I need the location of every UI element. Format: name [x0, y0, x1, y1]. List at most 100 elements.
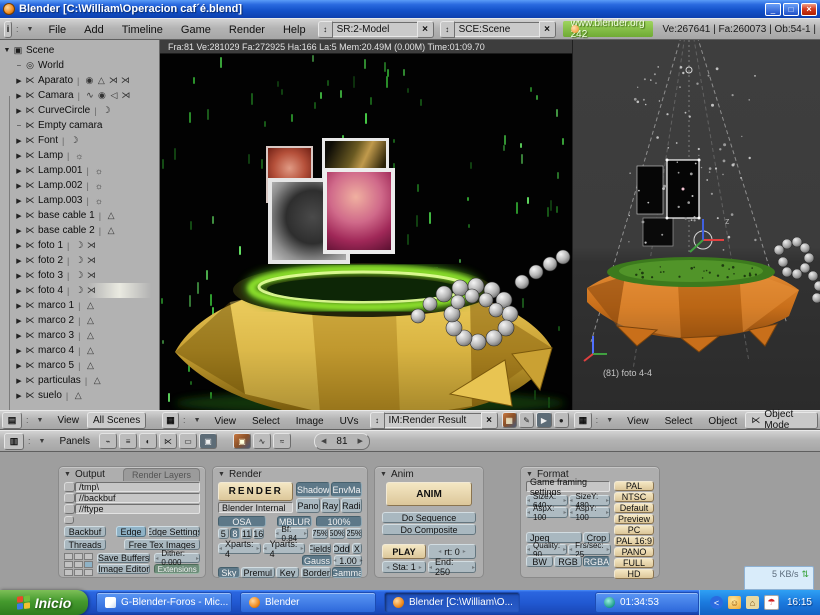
anim-button[interactable]: ANIM	[386, 482, 472, 506]
end-frame-field[interactable]: End: 250	[428, 561, 476, 573]
timer-task-button[interactable]: 01:34:53	[595, 592, 699, 613]
edge-toggle[interactable]: Edge	[116, 526, 146, 537]
game-framing-button[interactable]: Game framing settings	[526, 481, 610, 492]
osa-toggle[interactable]: OSA	[218, 516, 266, 527]
file-select-button[interactable]	[64, 493, 75, 503]
frame-prev-icon[interactable]: ◀	[321, 437, 326, 445]
taskbar-item-blender[interactable]: Blender	[240, 592, 376, 613]
header-grip-icon[interactable]: :	[183, 415, 186, 425]
expand-arrow-icon[interactable]: ▶	[14, 362, 24, 370]
fields-x-toggle[interactable]: X	[352, 543, 362, 554]
output-title[interactable]: Output	[75, 469, 105, 480]
file-select-button[interactable]	[64, 482, 75, 492]
render-engine-dropdown[interactable]: Blender Internal	[218, 502, 293, 513]
preset-pal-16-9-button[interactable]: PAL 16:9	[614, 536, 654, 546]
expand-arrow-icon[interactable]: ▶	[14, 257, 24, 265]
header-grip-icon[interactable]: :	[26, 415, 29, 425]
image-unlink-button[interactable]: ×	[481, 412, 498, 429]
imagemenu-view[interactable]: View	[207, 416, 245, 427]
outliner-item-lamp-003[interactable]: ▶⋉Lamp.003|☼	[0, 193, 159, 208]
radio-toggle[interactable]: Radi	[341, 498, 362, 513]
imagemenu-image[interactable]: Image	[288, 416, 332, 427]
expand-arrow-icon[interactable]: ▶	[14, 392, 24, 400]
image-browse-icon[interactable]: ↕	[370, 412, 385, 429]
expand-arrow-icon[interactable]: ▶	[14, 332, 24, 340]
anim-title[interactable]: Anim	[391, 469, 414, 480]
expand-arrow-icon[interactable]: ▶	[14, 197, 24, 205]
mode-rgba-button[interactable]: RGBA	[583, 556, 610, 567]
ray-toggle[interactable]: Ray	[321, 498, 340, 513]
outliner-item-lamp-001[interactable]: ▶⋉Lamp.001|☼	[0, 163, 159, 178]
outliner-item-marco-1[interactable]: ▶⋉marco 1|△	[0, 298, 159, 313]
taskbar-item-g-blender-foros-mic[interactable]: G-Blender-Foros - Mic...	[96, 592, 232, 613]
frameserver-grid[interactable]	[64, 553, 93, 576]
key-toggle[interactable]: Key	[276, 567, 300, 578]
menu-render[interactable]: Render	[220, 24, 274, 36]
pano-toggle[interactable]: Pano	[296, 498, 319, 513]
frame-number[interactable]: 81	[336, 436, 347, 447]
scene-unlink-button[interactable]: ×	[539, 21, 556, 38]
size-25-button[interactable]: 25%	[346, 528, 362, 539]
outliner-item-particulas[interactable]: ▶⋉particulas|△	[0, 373, 159, 388]
collapse-icon[interactable]: ▼	[218, 471, 225, 478]
taskbar-item-blender-c-william-o[interactable]: Blender [C:\William\O...	[384, 592, 520, 613]
outliner-item-font[interactable]: ▶⋉Font|☽	[0, 133, 159, 148]
header-collapse-icon[interactable]: ▼	[606, 417, 613, 424]
sky-toggle[interactable]: Sky	[218, 567, 240, 578]
envmap-toggle[interactable]: EnvMa	[331, 482, 362, 497]
preset-full-button[interactable]: FULL	[614, 558, 654, 568]
expand-arrow-icon[interactable]: ▶	[14, 302, 24, 310]
anim-subcontext-button[interactable]: ∿	[253, 433, 271, 449]
render-subcontext-button[interactable]: ▣	[233, 433, 251, 449]
script-context-button[interactable]: ≡	[119, 433, 137, 449]
collapse-icon[interactable]: ▼	[380, 471, 387, 478]
yparts-field[interactable]: Yparts: 4	[263, 543, 305, 554]
outliner-item-curvecircle[interactable]: ▶⋉CurveCircle|☽	[0, 103, 159, 118]
extensions-toggle[interactable]: Extensions	[154, 564, 200, 574]
expand-arrow-icon[interactable]: ▶	[14, 227, 24, 235]
outliner-item-foto-3[interactable]: ▶⋉foto 3|☽⋊	[0, 268, 159, 283]
aspy-field[interactable]: AspY: 100	[569, 507, 611, 518]
render-button[interactable]: RENDER	[218, 482, 293, 501]
start-frame-field[interactable]: Sta: 1	[382, 561, 426, 573]
scene-selector[interactable]: ↕ SCE:Scene ×	[440, 22, 556, 37]
premul-toggle[interactable]: Premul	[241, 567, 275, 578]
outliner-item-empty-camara[interactable]: –⋉Empty camara	[0, 118, 159, 133]
outliner-item-foto-2[interactable]: ▶⋉foto 2|☽⋊	[0, 253, 159, 268]
header-grip-icon[interactable]: :	[28, 436, 31, 446]
outliner-item-suelo[interactable]: ▶⋉suelo|△	[0, 388, 159, 403]
info-window-icon[interactable]: i	[4, 21, 12, 38]
file-select-button[interactable]	[64, 504, 75, 514]
play-button[interactable]: PLAY	[382, 544, 426, 559]
screen-browse-icon[interactable]: ↕	[318, 21, 333, 38]
save-buffers-toggle[interactable]: Save Buffers	[97, 553, 150, 563]
threads-toggle[interactable]: Threads	[64, 539, 106, 550]
close-button[interactable]: ×	[801, 3, 817, 16]
outliner-panel[interactable]: ▼▣Scene–◎World▶⋉Aparato|◉△⋊⋊▶⋉Camara|∿◉◁…	[0, 40, 160, 410]
menu-add[interactable]: Add	[75, 24, 113, 36]
expand-arrow-icon[interactable]: ▶	[14, 317, 24, 325]
frame-stepper[interactable]: ◀ 81 ▶	[314, 433, 370, 450]
viewmenu-select[interactable]: Select	[657, 416, 701, 427]
scene-context-button[interactable]: ▣	[199, 433, 217, 449]
image-editor-canvas[interactable]: Fra:81 Ve:281029 Fa:272925 Ha:166 La:5 M…	[160, 40, 572, 410]
expand-arrow-icon[interactable]: ▶	[14, 347, 24, 355]
ftype-path-field[interactable]: //ftype	[75, 504, 200, 514]
render-layers-tab[interactable]: Render Layers	[123, 468, 200, 481]
size-50-button[interactable]: 50%	[329, 528, 345, 539]
header-grip-icon[interactable]: :	[16, 24, 19, 34]
aspx-field[interactable]: AspX: 100	[526, 507, 568, 518]
quality-field[interactable]: Quality: 90	[526, 544, 567, 555]
outliner-item-foto-1[interactable]: ▶⋉foto 1|☽⋊	[0, 238, 159, 253]
backbuf-path-field[interactable]: //backbuf	[75, 493, 200, 503]
buttons-window[interactable]: ▼ Output Render Layers /tmp\ //backbuf /…	[0, 452, 820, 590]
osa-5-button[interactable]: 5	[218, 528, 229, 539]
outliner-item-aparato[interactable]: ▶⋉Aparato|◉△⋊⋊	[0, 73, 159, 88]
screen-name[interactable]: SR:2-Model	[333, 22, 417, 37]
screen-selector[interactable]: ↕ SR:2-Model ×	[318, 22, 434, 37]
menu-timeline[interactable]: Timeline	[113, 24, 172, 36]
imagemenu-select[interactable]: Select	[244, 416, 288, 427]
gauss-value-slider[interactable]: 1.00	[334, 555, 362, 566]
gamma-toggle[interactable]: Gamma	[332, 567, 362, 578]
image-window-icon[interactable]: ▦	[162, 412, 179, 429]
